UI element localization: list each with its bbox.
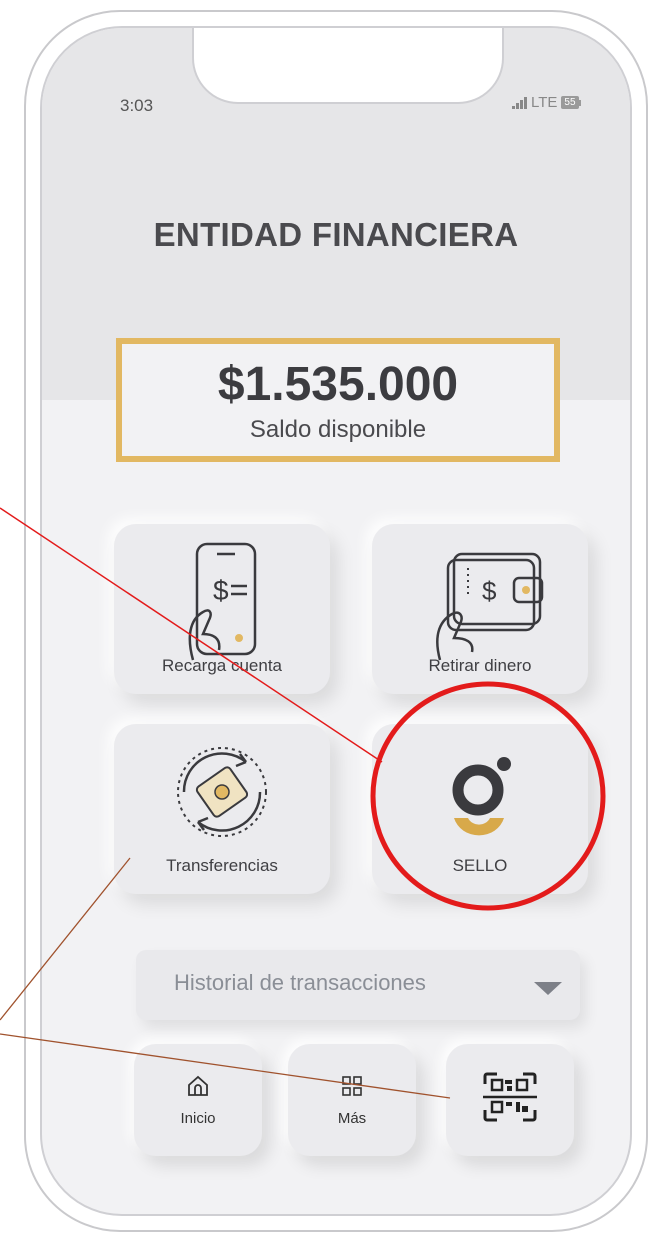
phone-notch — [192, 28, 504, 104]
nav-more-button[interactable]: Más — [288, 1044, 416, 1156]
sello-logo-icon — [452, 757, 511, 836]
network-label: LTE — [531, 94, 558, 111]
transaction-history-dropdown[interactable]: Historial de transacciones — [136, 950, 580, 1020]
battery-level: 55 — [561, 96, 579, 109]
balance-card: $1.535.000 Saldo disponible — [116, 338, 560, 462]
transfers-label: Transferencias — [166, 856, 278, 875]
withdraw-money-button[interactable]: $ Retirar dinero — [372, 524, 588, 694]
phone-payment-icon: $ — [188, 542, 257, 661]
balance-amount: $1.535.000 — [217, 358, 459, 411]
svg-text:$: $ — [482, 576, 497, 606]
home-icon — [188, 1075, 208, 1096]
battery-icon: 55 — [561, 96, 581, 109]
nav-home-label: Inicio — [180, 1110, 216, 1127]
status-indicators: LTE 55 — [512, 94, 581, 111]
nav-more-label: Más — [337, 1110, 367, 1127]
grid-icon — [342, 1076, 362, 1096]
status-time: 3:03 — [120, 96, 154, 115]
qr-code-icon — [483, 1072, 537, 1122]
transfers-button[interactable]: Transferencias — [114, 724, 330, 894]
svg-text:$: $ — [213, 575, 229, 606]
sello-label: SELLO — [452, 856, 508, 875]
qr-scan-button[interactable] — [446, 1044, 574, 1156]
balance-label: Saldo disponible — [249, 416, 427, 443]
chevron-down-icon — [534, 982, 562, 995]
recharge-account-button[interactable]: $ Recarga cuenta — [114, 524, 330, 694]
sello-button[interactable]: SELLO — [372, 724, 588, 894]
phone-screen: 3:03 LTE 55 ENTIDAD FINANCIERA $1.535.00… — [40, 26, 632, 1216]
wallet-withdraw-icon: $ — [436, 552, 544, 661]
app-title: ENTIDAD FINANCIERA — [153, 216, 519, 253]
signal-icon — [512, 96, 527, 109]
transfer-cycle-icon — [177, 747, 267, 837]
transaction-history-label: Historial de transacciones — [174, 970, 426, 995]
nav-home-button[interactable]: Inicio — [134, 1044, 262, 1156]
recharge-account-label: Recarga cuenta — [161, 656, 283, 675]
withdraw-money-label: Retirar dinero — [428, 656, 532, 675]
